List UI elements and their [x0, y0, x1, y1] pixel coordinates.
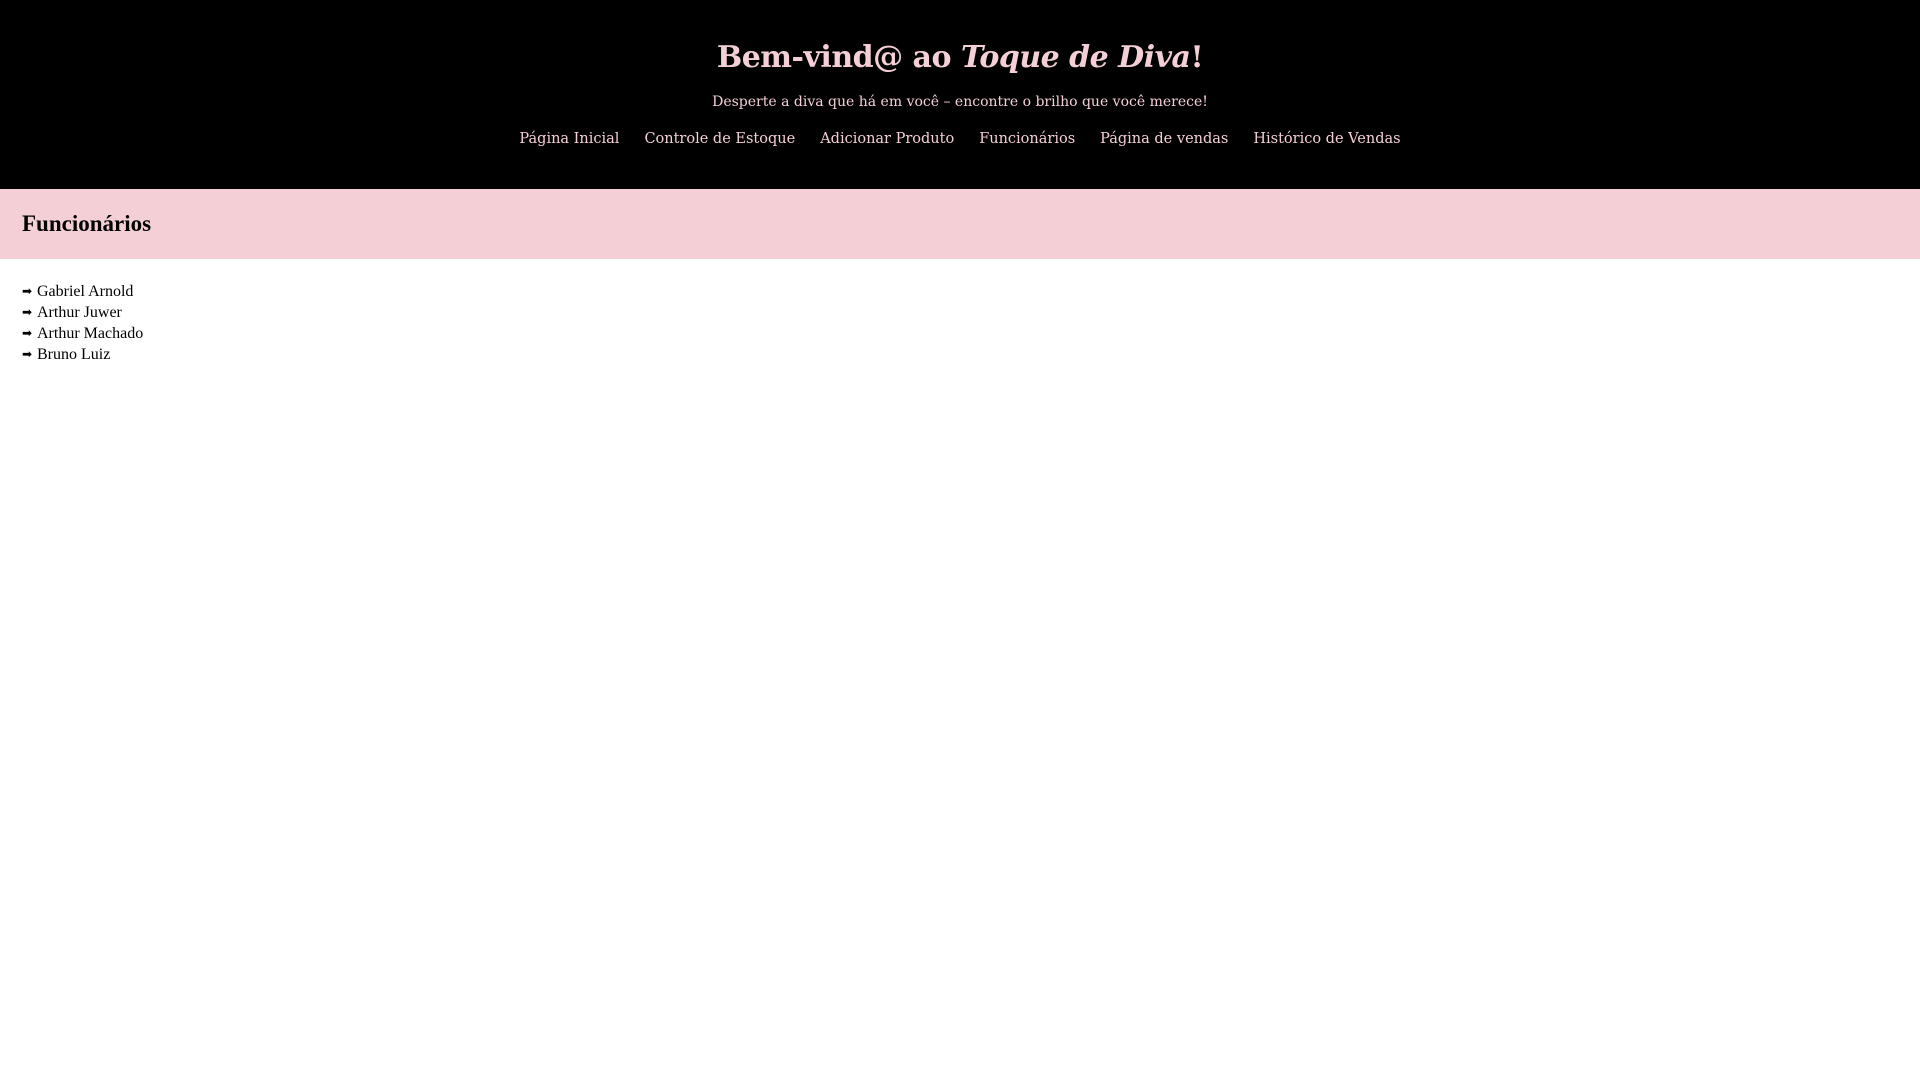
employee-list: ➡ Gabriel Arnold ➡ Arthur Juwer ➡ Arthur Ma… [0, 281, 1920, 365]
employee-name: Gabriel Arnold [37, 283, 134, 300]
page-title: Funcionários [22, 211, 152, 236]
brand-name: Toque de Diva [960, 40, 1191, 75]
nav-link-historico-de-vendas[interactable]: Histórico de Vendas [1253, 129, 1400, 149]
right-arrow-icon: ➡ [22, 305, 33, 319]
nav-link-pagina-inicial[interactable]: Página Inicial [519, 129, 619, 149]
nav-link-adicionar-produto[interactable]: Adicionar Produto [820, 129, 954, 149]
section-bar: Funcionários [0, 189, 1920, 259]
site-header: Bem-vind@ ao Toque de Diva! Desperte a d… [0, 0, 1920, 189]
tagline: Desperte a diva que há em você – encontr… [712, 94, 1208, 110]
main-nav: Página Inicial Controle de Estoque Adici… [0, 129, 1920, 149]
title-prefix: Bem-vind@ ao [716, 40, 961, 75]
site-title: Bem-vind@ ao Toque de Diva! [0, 38, 1920, 78]
list-item: ➡ Arthur Machado [22, 323, 1920, 344]
employee-name: Arthur Machado [37, 325, 144, 342]
right-arrow-icon: ➡ [22, 326, 33, 340]
title-suffix: ! [1190, 40, 1204, 75]
nav-link-controle-de-estoque[interactable]: Controle de Estoque [644, 129, 795, 149]
list-item: ➡ Gabriel Arnold [22, 281, 1920, 302]
employee-name: Arthur Juwer [37, 304, 122, 321]
list-item: ➡ Bruno Luiz [22, 344, 1920, 365]
right-arrow-icon: ➡ [22, 347, 33, 361]
list-item: ➡ Arthur Juwer [22, 302, 1920, 323]
nav-link-funcionarios[interactable]: Funcionários [979, 129, 1075, 149]
right-arrow-icon: ➡ [22, 284, 33, 298]
employee-name: Bruno Luiz [37, 346, 111, 363]
nav-link-pagina-de-vendas[interactable]: Página de vendas [1100, 129, 1228, 149]
